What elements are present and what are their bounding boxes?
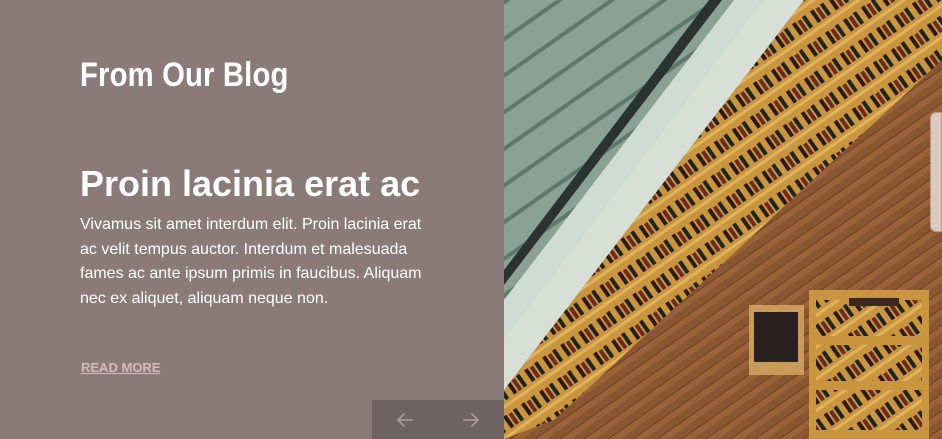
post-excerpt: Vivamus sit amet interdum elit. Proin la… <box>80 216 422 307</box>
post-title[interactable]: Proin lacinia erat ac <box>80 163 420 205</box>
wine-store-photo <box>504 0 942 439</box>
section-title: From Our Blog <box>80 56 289 94</box>
read-more-link[interactable]: READ MORE <box>81 360 160 375</box>
blog-panel: From Our Blog Proin lacinia erat ac Viva… <box>0 0 504 439</box>
blog-post-image <box>504 0 942 439</box>
slider-nav <box>372 400 504 439</box>
prev-button[interactable] <box>372 400 438 439</box>
arrow-right-icon <box>463 412 479 427</box>
arrow-left-icon <box>397 412 413 427</box>
side-tab-handle[interactable] <box>930 112 942 232</box>
next-button[interactable] <box>438 400 504 439</box>
